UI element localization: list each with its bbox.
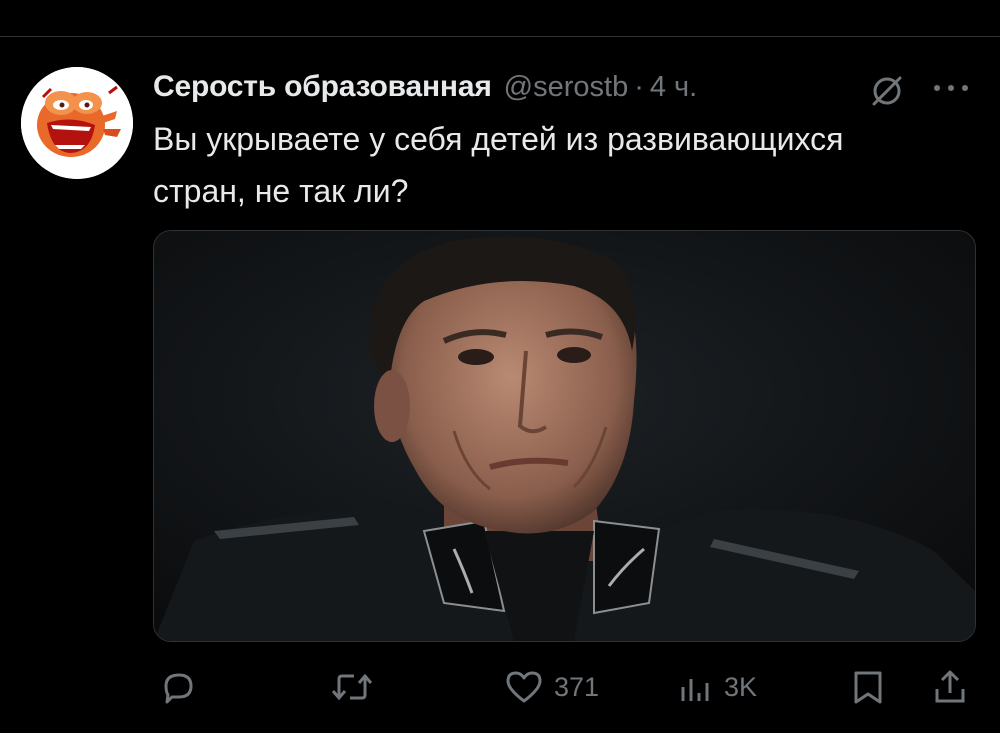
grok-icon[interactable] [869, 73, 905, 109]
reply-icon [164, 673, 193, 704]
like-button[interactable]: 371 [504, 662, 599, 712]
bookmark-icon [854, 671, 882, 704]
more-options-icon[interactable] [931, 82, 971, 94]
display-name[interactable]: Серость образованная [153, 70, 492, 104]
retweet-button[interactable] [330, 662, 374, 712]
view-count: 3K [724, 671, 758, 702]
angry-pepe-avatar-icon [21, 67, 133, 179]
share-button[interactable] [932, 662, 968, 712]
movie-still-image [154, 231, 975, 641]
tweet-header: Серость образованная @serostb · 4 ч. [153, 67, 697, 107]
avatar[interactable] [21, 67, 133, 179]
views-button[interactable]: 3K [678, 662, 757, 712]
action-bar: 371 3K [0, 662, 1000, 712]
user-handle[interactable]: @serostb [504, 71, 629, 104]
tweet-text: Вы укрываете у себя детей из развивающих… [153, 121, 844, 209]
bookmark-button[interactable] [850, 662, 886, 712]
tweet-media[interactable] [153, 230, 976, 642]
timestamp[interactable]: 4 ч. [650, 71, 697, 104]
retweet-icon [331, 673, 373, 701]
views-chart-icon [681, 679, 709, 701]
tweet-card[interactable]: Серость образованная @serostb · 4 ч. Вы … [0, 37, 1000, 733]
like-count: 371 [554, 671, 600, 702]
separator-dot: · [634, 70, 644, 103]
share-icon [935, 670, 965, 703]
reply-button[interactable] [158, 662, 198, 712]
heart-icon [506, 671, 542, 703]
